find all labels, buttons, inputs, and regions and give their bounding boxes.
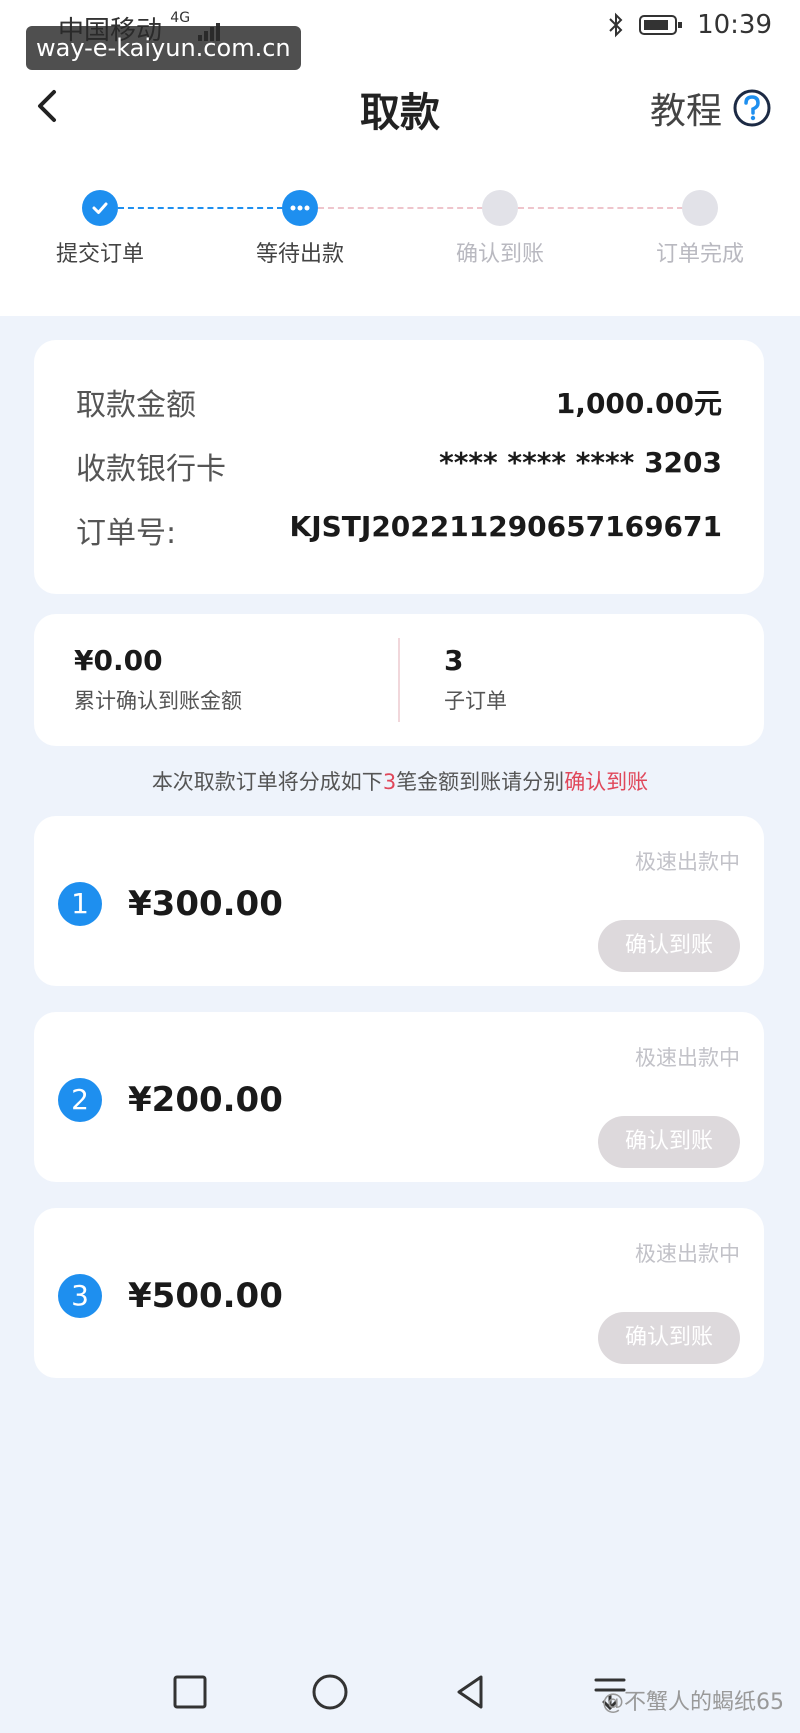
notice-middle: 笔金额到账请分别 [396, 770, 565, 794]
tranche-card: 2 ¥200.00 极速出款中 确认到账 [34, 1012, 764, 1182]
help-icon [733, 89, 771, 127]
back-nav-icon[interactable] [448, 1670, 492, 1714]
tranche-amount: ¥300.00 [128, 884, 283, 924]
confirm-receipt-button[interactable]: 确认到账 [598, 1116, 740, 1168]
bank-card-value: **** **** **** 3203 [439, 446, 722, 479]
summary-card: ¥0.00 累计确认到账金额 3 子订单 [34, 614, 764, 746]
amount-row: 取款金额 1,000.00元 [76, 380, 722, 430]
notice-prefix: 本次取款订单将分成如下 [151, 770, 383, 794]
step-label: 订单完成 [655, 242, 744, 267]
step-label: 等待出款 [255, 242, 344, 267]
step-dot [682, 190, 718, 226]
notice-count: 3 [382, 770, 397, 794]
suborder-count: 3 [444, 644, 464, 677]
step-confirm-receipt: 确认到账 [430, 190, 570, 268]
step-label: 提交订单 [55, 242, 144, 267]
tranche-status: 极速出款中 [635, 1242, 740, 1266]
tranche-index-badge: 1 [58, 882, 102, 926]
tranche-amount: ¥500.00 [128, 1276, 283, 1316]
watermark: @不蟹人的蝎纸65 [602, 1690, 784, 1715]
confirmed-amount-block: ¥0.00 累计确认到账金额 [74, 644, 242, 715]
url-overlay: way-e-kaiyun.com.cn [26, 26, 301, 70]
recents-icon[interactable] [168, 1670, 212, 1714]
progress-steps: 提交订单 等待出款 确认到账 订单完成 [0, 190, 800, 270]
order-number-label: 订单号: [76, 516, 177, 551]
step-label: 确认到账 [455, 242, 544, 267]
split-notice: 本次取款订单将分成如下3笔金额到账请分别确认到账 [0, 766, 800, 796]
bank-card-row: 收款银行卡 **** **** **** 3203 [76, 444, 722, 494]
step-order-complete: 订单完成 [630, 190, 770, 268]
battery-icon [639, 15, 683, 35]
step-submit-order: 提交订单 [30, 190, 170, 268]
tranche-card: 3 ¥500.00 极速出款中 确认到账 [34, 1208, 764, 1378]
confirmed-amount: ¥0.00 [74, 644, 163, 677]
header: 取款 教程 [0, 70, 800, 142]
notice-action: 确认到账 [564, 770, 649, 794]
confirm-receipt-button[interactable]: 确认到账 [598, 1312, 740, 1364]
step-awaiting-payout: 等待出款 [230, 190, 370, 268]
tutorial-button[interactable]: 教程 [650, 82, 772, 134]
tranche-status: 极速出款中 [635, 850, 740, 874]
home-icon[interactable] [308, 1670, 352, 1714]
confirm-receipt-button[interactable]: 确认到账 [598, 920, 740, 972]
clock: 10:39 [697, 10, 772, 40]
bank-card-label: 收款银行卡 [76, 452, 226, 487]
withdrawal-info-card: 取款金额 1,000.00元 收款银行卡 **** **** **** 3203… [34, 340, 764, 594]
status-right: 10:39 [607, 10, 772, 40]
divider [398, 638, 400, 722]
check-icon [82, 190, 118, 226]
tranche-status: 极速出款中 [635, 1046, 740, 1070]
suborder-caption: 子订单 [444, 689, 507, 713]
tutorial-label: 教程 [649, 91, 722, 132]
step-dot [482, 190, 518, 226]
tranche-index-badge: 2 [58, 1078, 102, 1122]
bluetooth-icon [609, 12, 623, 38]
network-label: 4G [170, 10, 191, 26]
tranche-amount: ¥200.00 [128, 1080, 283, 1120]
more-icon [282, 190, 318, 226]
confirmed-amount-caption: 累计确认到账金额 [74, 689, 242, 713]
order-number-value: KJSTJ202211290657169671 [289, 510, 722, 543]
tranche-card: 1 ¥300.00 极速出款中 确认到账 [34, 816, 764, 986]
amount-label: 取款金额 [76, 388, 196, 423]
order-number-row: 订单号: KJSTJ202211290657169671 [76, 508, 722, 558]
tranche-index-badge: 3 [58, 1274, 102, 1318]
amount-value: 1,000.00元 [555, 387, 722, 420]
suborder-block: 3 子订单 [444, 644, 507, 715]
